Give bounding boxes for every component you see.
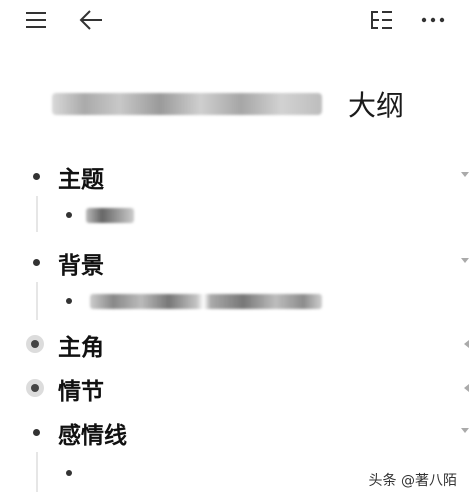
bullet-icon[interactable]: [66, 298, 72, 304]
expand-caret-icon[interactable]: [464, 340, 469, 348]
back-arrow-icon[interactable]: [78, 8, 104, 36]
top-toolbar: [0, 0, 473, 44]
hamburger-menu-icon[interactable]: [24, 8, 48, 36]
document-title[interactable]: 大纲: [52, 82, 404, 126]
bullet-icon[interactable]: [66, 470, 72, 476]
outline-node-protagonist[interactable]: 主角: [0, 326, 473, 362]
blurred-title-text: [52, 93, 322, 115]
blurred-child-text: [86, 208, 134, 223]
outline-list-icon[interactable]: [368, 8, 394, 36]
outline-node-background[interactable]: 背景: [0, 244, 473, 280]
collapsed-bullet-icon[interactable]: [31, 340, 39, 348]
outline-node-romance[interactable]: 感情线: [0, 414, 473, 450]
outline-node-theme[interactable]: 主题: [0, 158, 473, 194]
watermark: 头条 @著八陌: [368, 473, 457, 489]
collapse-caret-icon[interactable]: [461, 258, 469, 263]
outline-child-background[interactable]: [0, 286, 473, 316]
bullet-icon[interactable]: [66, 212, 72, 218]
outline-node-label: 主角: [58, 335, 104, 361]
bullet-icon[interactable]: [33, 173, 40, 180]
outline-node-plot[interactable]: 情节: [0, 370, 473, 406]
outline-node-label: 感情线: [58, 423, 127, 449]
outline-node-label: 情节: [58, 379, 104, 405]
collapse-caret-icon[interactable]: [461, 172, 469, 177]
outline-node-label: 主题: [58, 167, 104, 193]
bullet-icon[interactable]: [33, 259, 40, 266]
collapse-caret-icon[interactable]: [461, 428, 469, 433]
collapsed-bullet-icon[interactable]: [31, 384, 39, 392]
blurred-child-text: [90, 294, 322, 309]
more-horizontal-icon[interactable]: [420, 8, 446, 36]
bullet-icon[interactable]: [33, 429, 40, 436]
expand-caret-icon[interactable]: [464, 384, 469, 392]
title-suffix: 大纲: [348, 89, 405, 122]
outline-child-theme[interactable]: [0, 200, 473, 230]
outline-node-label: 背景: [58, 253, 104, 279]
